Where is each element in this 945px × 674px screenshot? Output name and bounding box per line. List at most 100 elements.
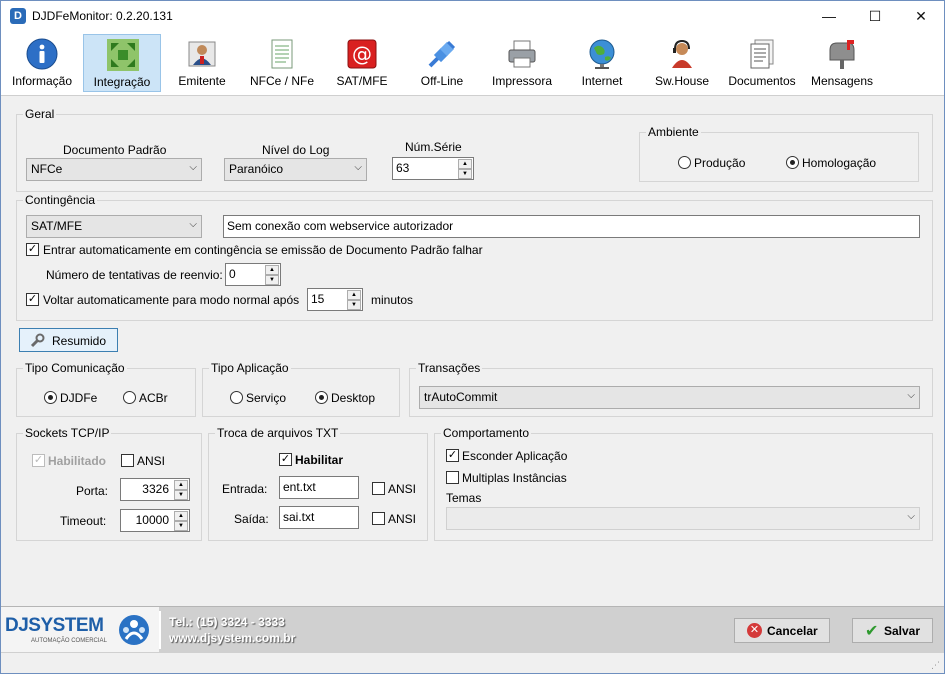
radio-servico[interactable]: [230, 391, 243, 404]
spin-up-icon[interactable]: ▲: [265, 265, 279, 275]
porta-label: Porta:: [76, 484, 109, 498]
spin-down-icon[interactable]: ▼: [174, 521, 188, 531]
footer-bar: DJSYSTEM AUTOMAÇÃO COMERCIAL Tel.: (15) …: [1, 606, 944, 653]
tab-mensagens[interactable]: Mensagens: [803, 34, 881, 92]
resize-grip-icon[interactable]: ⋰: [931, 660, 940, 671]
tab-impressora[interactable]: Impressora: [483, 34, 561, 92]
close-button[interactable]: ✕: [898, 1, 944, 32]
group-ambiente-legend: Ambiente: [648, 125, 699, 139]
temas-select[interactable]: ⌵: [446, 507, 920, 530]
spin-down-icon[interactable]: ▼: [174, 490, 188, 500]
tab-sat-mfe[interactable]: @ SAT/MFE: [323, 34, 401, 92]
documento-padrao-label: Documento Padrão: [63, 143, 167, 157]
saida-input[interactable]: sai.txt: [279, 506, 359, 529]
transacoes-select[interactable]: trAutoCommit ⌵: [419, 386, 920, 409]
spin-up-icon[interactable]: ▲: [458, 159, 472, 169]
radio-homologacao-label: Homologação: [802, 156, 877, 170]
nivel-log-label: Nível do Log: [262, 143, 330, 157]
user-card-icon: [188, 41, 216, 67]
multiplas-instancias-label: Multiplas Instâncias: [462, 471, 567, 485]
resumido-button[interactable]: Resumido: [19, 328, 118, 352]
voltar-normal-label: Voltar automaticamente para modo normal …: [43, 293, 300, 307]
tab-informacao[interactable]: Informação: [3, 34, 81, 92]
radio-acbr[interactable]: [123, 391, 136, 404]
voltar-minutos-spinner[interactable]: 15 ▲ ▼: [307, 288, 363, 311]
radio-servico-label: Serviço: [246, 391, 287, 405]
radio-djdfe[interactable]: [44, 391, 57, 404]
nivel-log-select[interactable]: Paranóico ⌵: [224, 158, 367, 181]
document-icon: [271, 39, 293, 69]
checkbox-multiplas-instancias[interactable]: [446, 471, 459, 484]
entrar-contingencia-label: Entrar automaticamente em contingência s…: [43, 243, 483, 257]
salvar-button[interactable]: ✔ Salvar: [852, 618, 933, 643]
radio-homologacao[interactable]: [786, 156, 799, 169]
at-icon: @: [347, 39, 377, 69]
spin-down-icon[interactable]: ▼: [458, 169, 472, 179]
footer-phone: Tel.: (15) 3324 - 3333: [169, 615, 285, 629]
group-troca-txt-legend: Troca de arquivos TXT: [217, 426, 339, 440]
checkbox-entrada-ansi[interactable]: [372, 482, 385, 495]
app-icon: D: [10, 8, 26, 24]
tab-off-line[interactable]: Off-Line: [403, 34, 481, 92]
timeout-label: Timeout:: [60, 514, 107, 528]
documento-padrao-select[interactable]: NFCe ⌵: [26, 158, 202, 181]
habilitar-txt-label: Habilitar: [295, 453, 344, 467]
info-icon: [26, 38, 58, 70]
sockets-ansi-label: ANSI: [137, 454, 166, 468]
checkbox-esconder-aplicacao[interactable]: ✓: [446, 449, 459, 462]
spin-down-icon[interactable]: ▼: [347, 300, 361, 310]
documents-icon: [750, 39, 774, 69]
saida-ansi-label: ANSI: [388, 512, 417, 526]
tentativas-label: Número de tentativas de reenvio:: [46, 268, 223, 282]
logo-mark-icon: [119, 615, 149, 645]
svg-text:@: @: [352, 42, 372, 66]
tentativas-spinner[interactable]: 0 ▲ ▼: [225, 263, 281, 286]
main-toolbar: Informação Integração Emitente NFCe / NF…: [1, 32, 944, 96]
temas-label: Temas: [446, 491, 482, 505]
num-serie-label: Núm.Série: [405, 140, 462, 154]
spin-down-icon[interactable]: ▼: [265, 275, 279, 285]
group-tipo-aplicacao-legend: Tipo Aplicação: [211, 361, 289, 375]
group-contingencia-legend: Contingência: [25, 193, 96, 207]
tab-emitente[interactable]: Emitente: [163, 34, 241, 92]
printer-icon: [508, 40, 536, 68]
spin-up-icon[interactable]: ▲: [347, 290, 361, 300]
group-tipo-comunicacao: Tipo Comunicação: [16, 361, 196, 417]
spin-up-icon[interactable]: ▲: [174, 480, 188, 490]
minimize-button[interactable]: —: [806, 1, 852, 32]
group-comportamento-legend: Comportamento: [443, 426, 530, 440]
radio-producao[interactable]: [678, 156, 691, 169]
window-title: DJDFeMonitor: 0.2.20.131: [32, 9, 173, 23]
tab-documentos[interactable]: Documentos: [723, 34, 801, 92]
maximize-button[interactable]: ☐: [852, 1, 898, 32]
headset-icon: [672, 39, 692, 68]
checkbox-habilitar-txt[interactable]: ✓: [279, 453, 292, 466]
radio-desktop-label: Desktop: [331, 391, 376, 405]
entrada-input[interactable]: ent.txt: [279, 476, 359, 499]
tab-nfce-nfe[interactable]: NFCe / NFe: [243, 34, 321, 92]
checkbox-sockets-ansi[interactable]: [121, 454, 134, 467]
footer-divider: [159, 611, 161, 649]
radio-desktop[interactable]: [315, 391, 328, 404]
tab-sw-house[interactable]: Sw.House: [643, 34, 721, 92]
cancel-icon: ✕: [747, 623, 762, 638]
checkbox-saida-ansi[interactable]: [372, 512, 385, 525]
chevron-down-icon: ⌵: [907, 390, 915, 401]
checkbox-habilitado[interactable]: ✓: [32, 454, 45, 467]
checkbox-entrar-contingencia[interactable]: ✓: [26, 243, 39, 256]
num-serie-spinner[interactable]: 63 ▲ ▼: [392, 157, 474, 180]
app-window: D DJDFeMonitor: 0.2.20.131 — ☐ ✕ Informa…: [0, 0, 945, 674]
contingencia-motivo-input[interactable]: Sem conexão com webservice autorizador: [223, 215, 920, 238]
tab-integracao[interactable]: Integração: [83, 34, 161, 92]
integration-icon: [107, 39, 139, 71]
group-tipo-aplicacao: Tipo Aplicação: [202, 361, 400, 417]
cancelar-button[interactable]: ✕ Cancelar: [734, 618, 830, 643]
checkbox-voltar-normal[interactable]: ✓: [26, 293, 39, 306]
check-icon: ✔: [865, 623, 879, 640]
contingencia-tipo-select[interactable]: SAT/MFE ⌵: [26, 215, 202, 238]
chevron-down-icon: ⌵: [907, 511, 915, 522]
spin-up-icon[interactable]: ▲: [174, 511, 188, 521]
porta-spinner[interactable]: 3326 ▲ ▼: [120, 478, 190, 501]
timeout-spinner[interactable]: 10000 ▲ ▼: [120, 509, 190, 532]
tab-internet[interactable]: Internet: [563, 34, 641, 92]
